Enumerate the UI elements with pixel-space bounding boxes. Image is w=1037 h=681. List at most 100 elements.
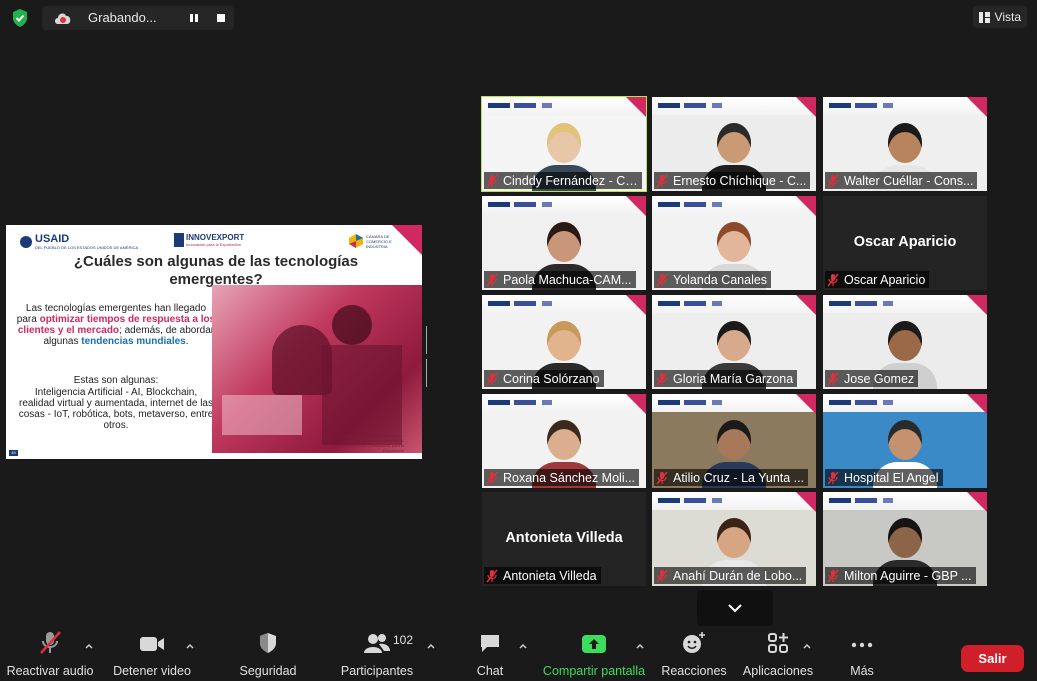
participant-name-label: Atilio Cruz - La Yunta ...	[654, 469, 809, 486]
innovexport-logo: INNOVEXPORT Innovación para la Exportació…	[174, 233, 244, 247]
participant-name-text: Gloria María Garzona	[673, 371, 794, 386]
muted-mic-icon	[827, 471, 839, 484]
background-banner	[482, 295, 646, 315]
participant-name-label: Walter Cuéllar - Cons...	[825, 172, 978, 189]
participant-tile[interactable]: Cinddy Fernández - Con...	[481, 96, 647, 192]
chat-button[interactable]: Chat	[468, 629, 512, 681]
security-label: Seguridad	[239, 664, 297, 678]
camara-logo-text: CÁMARA DE COMERCIO E INDUSTRIA	[366, 234, 392, 249]
leave-meeting-button[interactable]: Salir	[961, 645, 1024, 672]
participant-display-name: Oscar Aparicio	[853, 234, 957, 250]
view-label: Vista	[994, 10, 1021, 24]
more-button[interactable]: Más	[840, 629, 884, 681]
stop-recording-button[interactable]	[212, 9, 230, 27]
background-banner	[823, 97, 987, 117]
participant-name-text: Corina Solórzano	[503, 371, 600, 386]
unmute-audio-button[interactable]: Reactivar audio	[7, 629, 93, 681]
muted-mic-icon	[486, 372, 498, 385]
muted-mic-icon	[656, 273, 668, 286]
share-screen-button[interactable]: Compartir pantalla	[540, 629, 648, 681]
video-options-caret-icon[interactable]	[185, 641, 195, 651]
share-screen-icon	[581, 629, 607, 655]
reactions-label: Reacciones	[661, 664, 727, 678]
participant-name-label: Hospital El Angel	[825, 469, 943, 486]
stop-icon	[217, 14, 225, 22]
participant-name-label: Corina Solórzano	[484, 370, 604, 387]
muted-mic-icon	[656, 372, 668, 385]
muted-mic-icon	[656, 471, 668, 484]
view-button[interactable]: Vista	[972, 6, 1027, 28]
muted-mic-icon	[486, 273, 498, 286]
reactions-button[interactable]: Reacciones	[658, 629, 730, 681]
recording-label: Grabando...	[88, 10, 157, 25]
cloud-record-icon	[53, 10, 73, 31]
background-banner	[652, 394, 816, 414]
apps-icon	[766, 629, 790, 655]
participant-name-label: Anahí Durán de Lobo...	[654, 567, 807, 584]
participant-tile[interactable]: Antonieta Villeda Antonieta Villeda	[482, 492, 646, 586]
participant-name-text: Jose Gomez	[844, 371, 915, 386]
slide-photo	[212, 285, 422, 453]
apps-options-caret-icon[interactable]	[802, 641, 812, 651]
pause-recording-button[interactable]	[185, 9, 203, 27]
participant-tile[interactable]: Yolanda Canales	[652, 196, 816, 290]
camara-logo-icon	[349, 234, 363, 248]
unmute-audio-label: Reactivar audio	[6, 664, 94, 678]
more-dots-icon	[850, 629, 874, 655]
participants-options-caret-icon[interactable]	[426, 641, 436, 651]
participant-name-text: Cinddy Fernández - Con...	[503, 173, 638, 188]
audio-options-caret-icon[interactable]	[84, 641, 94, 651]
participant-tile[interactable]: Gloria María Garzona	[652, 295, 816, 389]
pause-icon	[190, 14, 198, 22]
participant-name-text: Yolanda Canales	[673, 272, 768, 287]
slide-number: 45	[9, 450, 18, 456]
muted-mic-icon	[486, 569, 498, 582]
security-status-icon[interactable]	[10, 8, 30, 28]
muted-mic-icon	[827, 174, 839, 187]
participant-name-text: Oscar Aparicio	[844, 272, 926, 287]
background-banner	[823, 492, 987, 512]
shared-screen[interactable]: USAID DEL PUEBLO DE LOS ESTADOS UNIDOS DE…	[6, 225, 422, 459]
participant-name-label: Gloria María Garzona	[654, 370, 798, 387]
stop-video-button[interactable]: Detener video	[112, 629, 192, 681]
meeting-toolbar: Reactivar audio Detener video Seguridad …	[0, 627, 1037, 681]
participant-tile[interactable]: Anahí Durán de Lobo...	[652, 492, 816, 586]
muted-mic-icon	[656, 569, 668, 582]
apps-button[interactable]: Aplicaciones	[740, 629, 816, 681]
slide-list-text: Inteligencia Artificial - AI, Blockchain…	[18, 387, 214, 431]
participant-name-text: Atilio Cruz - La Yunta ...	[673, 470, 805, 485]
participant-tile[interactable]: Ernesto Chíchique - C...	[652, 97, 816, 191]
participant-tile[interactable]: Hospital El Angel	[823, 394, 987, 488]
share-options-caret-icon[interactable]	[635, 641, 645, 651]
participant-name-text: Antonieta Villeda	[503, 568, 597, 583]
participant-tile[interactable]: Oscar Aparicio Oscar Aparicio	[823, 196, 987, 290]
participant-tile[interactable]: Jose Gomez	[823, 295, 987, 389]
participant-tile[interactable]: Walter Cuéllar - Cons...	[823, 97, 987, 191]
slide-list-heading: Estas son algunas:	[73, 375, 159, 386]
participant-display-name: Antonieta Villeda	[505, 530, 623, 546]
participants-label: Participantes	[340, 664, 414, 678]
participants-button[interactable]: 102 Participantes	[340, 629, 414, 681]
participant-tile[interactable]: Paola Machuca-CAM...	[482, 196, 646, 290]
participant-tile[interactable]: Milton Aguirre - GBP ...	[823, 492, 987, 586]
muted-mic-icon	[486, 174, 498, 187]
background-banner	[823, 295, 987, 315]
participant-name-label: Antonieta Villeda	[484, 567, 601, 584]
gallery-scroll-down-button[interactable]	[697, 590, 773, 626]
participant-tile[interactable]: Roxana Sánchez Moli...	[482, 394, 646, 488]
background-banner	[652, 196, 816, 216]
background-banner	[652, 97, 816, 117]
background-banner	[482, 394, 646, 414]
usaid-logo: USAID DEL PUEBLO DE LOS ESTADOS UNIDOS DE…	[20, 233, 138, 250]
chat-bubble-icon	[478, 629, 502, 655]
chat-options-caret-icon[interactable]	[518, 641, 528, 651]
background-banner	[652, 295, 816, 315]
background-banner	[652, 492, 816, 512]
participant-tile[interactable]: Corina Solórzano	[482, 295, 646, 389]
panel-resize-handle[interactable]	[426, 326, 429, 387]
participant-tile[interactable]: Atilio Cruz - La Yunta ...	[652, 394, 816, 488]
slide-title: ¿Cuáles son algunas de las tecnologías e…	[73, 253, 359, 288]
security-button[interactable]: Seguridad	[228, 629, 308, 681]
microphone-muted-icon	[37, 629, 63, 655]
background-banner	[482, 196, 646, 216]
